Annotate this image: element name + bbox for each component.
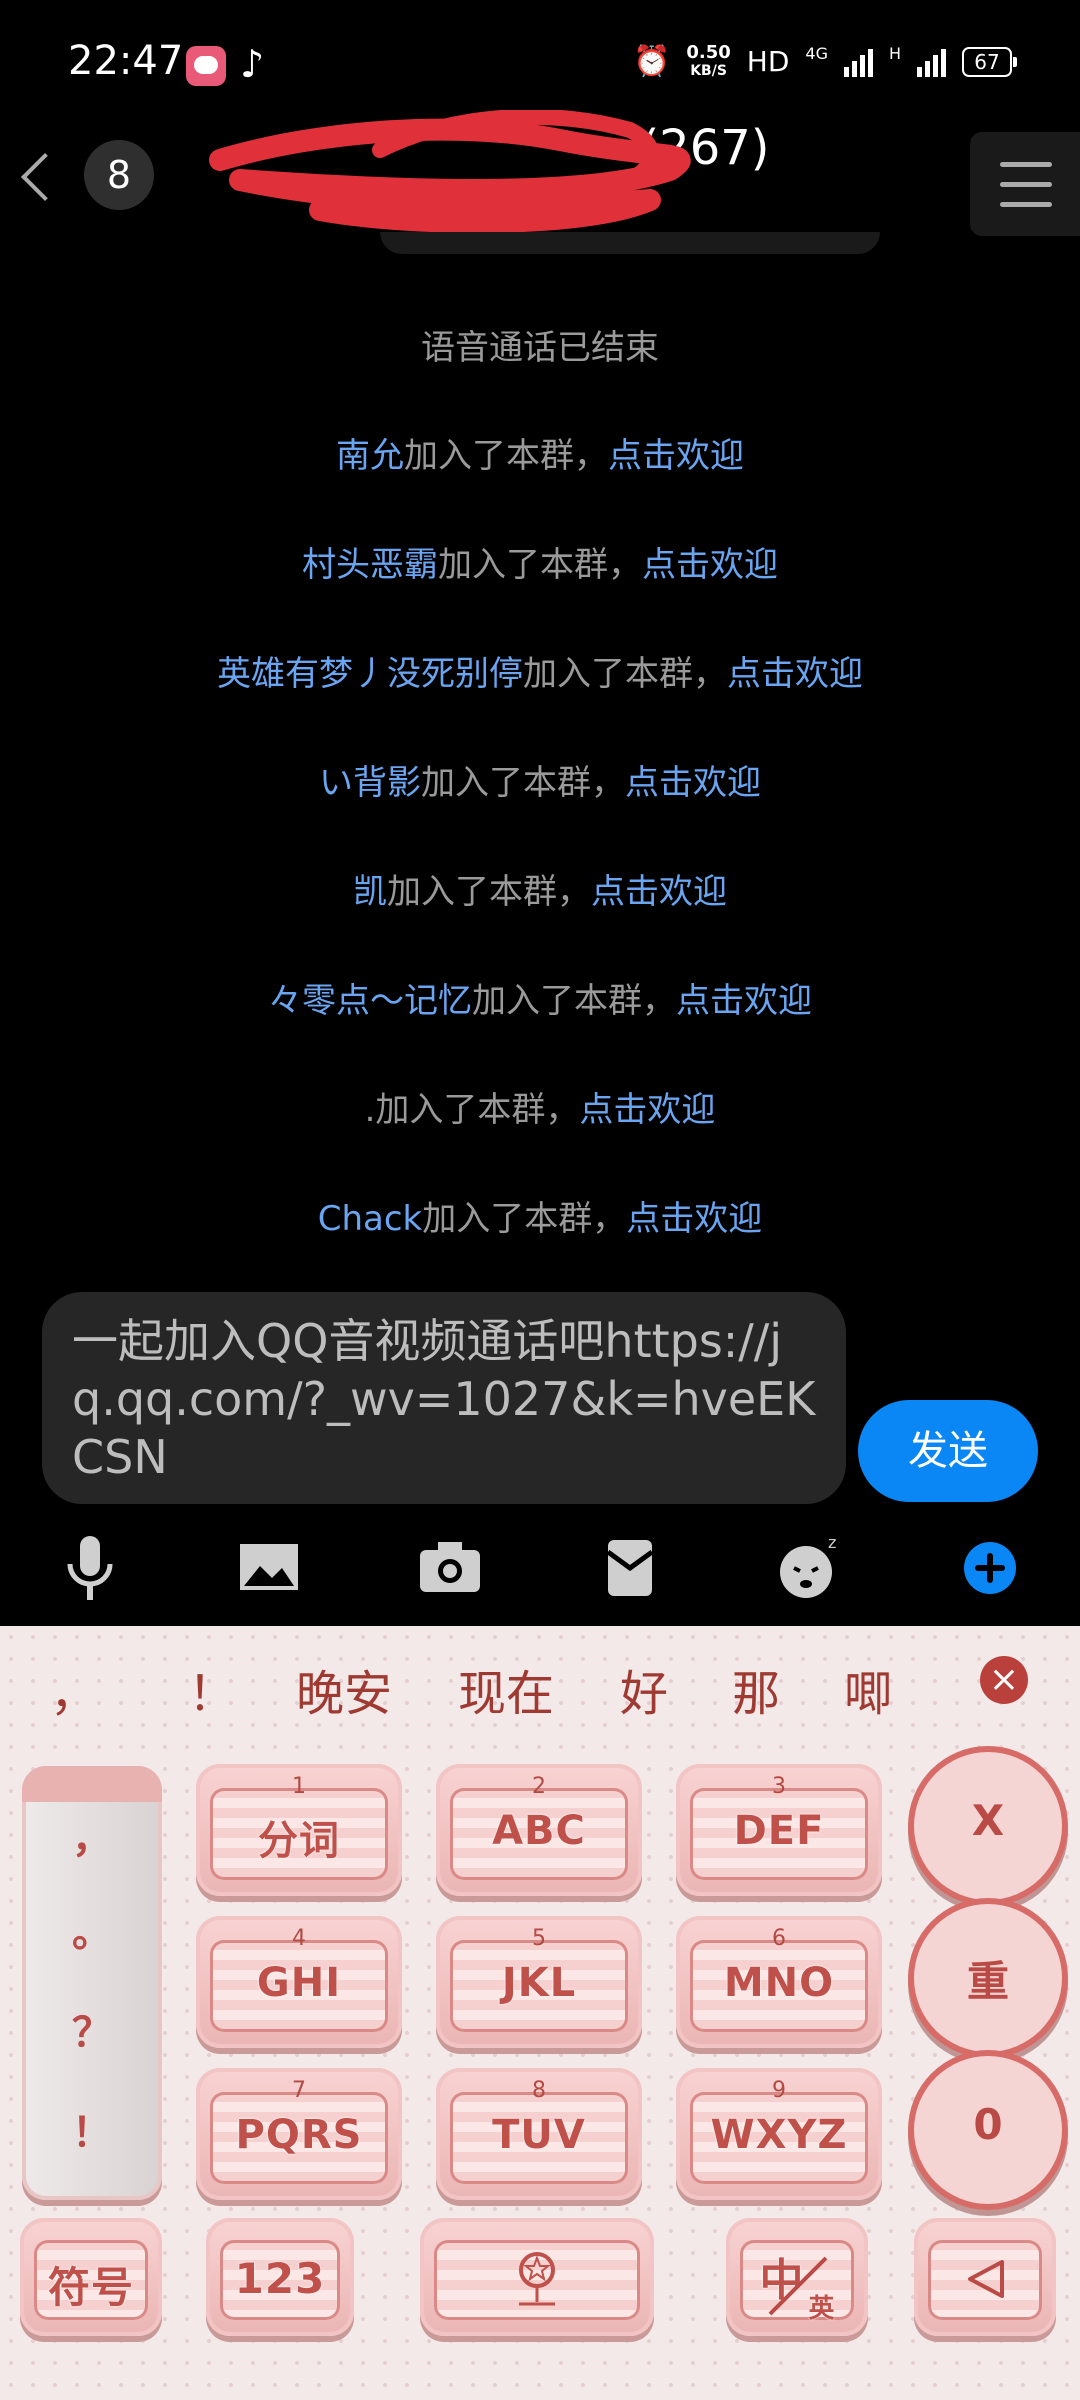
- lollipop-icon: [519, 2252, 555, 2306]
- camera-icon[interactable]: [410, 1530, 490, 1606]
- member-name[interactable]: 村头恶霸: [302, 545, 438, 585]
- candidate-item[interactable]: 晚安: [296, 1654, 392, 1724]
- key-3[interactable]: 3 DEF: [676, 1764, 882, 1896]
- keyboard: ， ！ 晚安 现在 好 那 唧 × ， 。 ？ ！ 1 分词 2 ABC 3 DEF …: [0, 1626, 1080, 2400]
- welcome-link[interactable]: 点击欢迎: [625, 763, 761, 803]
- welcome-link[interactable]: 点击欢迎: [727, 654, 863, 694]
- delete-key[interactable]: X: [914, 1752, 1062, 1900]
- svg-text:z: z: [828, 1533, 836, 1552]
- signal-icon: [843, 47, 873, 77]
- candidate-item[interactable]: ，: [50, 1654, 98, 1724]
- key-1[interactable]: 1 分词: [196, 1764, 402, 1896]
- member-name[interactable]: 々零点～记忆: [268, 981, 472, 1021]
- member-name[interactable]: 英雄有梦丿没死别停: [217, 654, 523, 694]
- microphone-icon[interactable]: [50, 1530, 130, 1606]
- key-9[interactable]: 9 WXYZ: [676, 2068, 882, 2200]
- app-notification-icon: [186, 46, 226, 86]
- punctuation-key[interactable]: ， 。 ？ ！: [22, 1766, 162, 2200]
- member-name[interactable]: Chack: [318, 1199, 423, 1239]
- network-type-label: 4G: [805, 44, 828, 63]
- join-notice: 々零点～记忆加入了本群，点击欢迎: [268, 981, 812, 1021]
- key-2[interactable]: 2 ABC: [436, 1764, 642, 1896]
- member-name[interactable]: 南允: [336, 436, 404, 476]
- close-candidates-icon[interactable]: ×: [980, 1656, 1028, 1704]
- hd-label: HD: [746, 45, 790, 78]
- signal-icon-2: [917, 47, 946, 77]
- welcome-link[interactable]: 点击欢迎: [642, 545, 778, 585]
- member-name[interactable]: .: [365, 1090, 376, 1130]
- header-pill: [380, 232, 880, 254]
- call-ended-notice: 语音通话已结束: [421, 328, 659, 368]
- group-title[interactable]: (267): [220, 120, 860, 176]
- red-packet-icon[interactable]: [590, 1530, 670, 1606]
- join-notice: .加入了本群，点击欢迎: [364, 1090, 716, 1130]
- candidate-item[interactable]: 好: [620, 1654, 668, 1724]
- online-dot-icon: [420, 196, 440, 216]
- join-notice: 村头恶霸加入了本群，点击欢迎: [302, 545, 778, 585]
- member-name[interactable]: い背影: [319, 763, 421, 803]
- menu-icon[interactable]: [970, 132, 1080, 236]
- key-5[interactable]: 5 JKL: [436, 1916, 642, 2048]
- numbers-key[interactable]: 123: [206, 2218, 354, 2336]
- welcome-link[interactable]: 点击欢迎: [608, 436, 744, 476]
- battery-icon: 67: [962, 47, 1017, 77]
- input-toolbar: z: [0, 1520, 1080, 1616]
- plus-icon[interactable]: [950, 1530, 1030, 1606]
- key-4[interactable]: 4 GHI: [196, 1916, 402, 2048]
- retype-key[interactable]: 重: [914, 1904, 1062, 2052]
- candidate-item[interactable]: 现在: [458, 1654, 554, 1724]
- emoji-icon[interactable]: z: [770, 1530, 850, 1606]
- welcome-link[interactable]: 点击欢迎: [626, 1199, 762, 1239]
- welcome-link[interactable]: 点击欢迎: [676, 981, 812, 1021]
- join-notice: い背影加入了本群，点击欢迎: [319, 763, 761, 803]
- image-icon[interactable]: [230, 1530, 310, 1606]
- status-icons: ⏰ 0.50 KB/S HD 4G H 67: [632, 42, 1017, 80]
- back-icon[interactable]: [18, 150, 58, 210]
- candidate-item[interactable]: 那: [732, 1654, 780, 1724]
- symbols-key[interactable]: 符号: [20, 2218, 162, 2336]
- key-7[interactable]: 7 PQRS: [196, 2068, 402, 2200]
- key-8[interactable]: 8 TUV: [436, 2068, 642, 2200]
- unread-badge[interactable]: 8: [84, 140, 154, 210]
- hide-keyboard-key[interactable]: [914, 2218, 1056, 2336]
- message-input-text: 一起加入QQ音视频通话吧https://jq.qq.com/?_wv=1027&…: [72, 1314, 816, 1484]
- slash-icon: [768, 2256, 828, 2316]
- language-switch-key[interactable]: 中 英: [726, 2218, 868, 2336]
- tiktok-icon: ♪: [240, 42, 265, 86]
- send-button[interactable]: 发送: [858, 1400, 1038, 1502]
- join-notice: 凯加入了本群，点击欢迎: [353, 872, 727, 912]
- member-name[interactable]: 凯: [353, 872, 387, 912]
- join-notice: 英雄有梦丿没死别停加入了本群，点击欢迎: [217, 654, 863, 694]
- join-notice: 南允加入了本群，点击欢迎: [336, 436, 744, 476]
- network-type-label-2: H: [888, 44, 901, 63]
- welcome-link[interactable]: 点击欢迎: [579, 1090, 715, 1130]
- zero-key[interactable]: 0: [914, 2056, 1062, 2204]
- alarm-icon: ⏰: [632, 44, 671, 79]
- join-notice: Chack加入了本群，点击欢迎: [317, 1199, 763, 1239]
- status-time: 22:47: [68, 38, 184, 84]
- space-key[interactable]: [420, 2218, 654, 2336]
- candidate-bar: ， ！ 晚安 现在 好 那 唧 ×: [0, 1626, 1080, 1742]
- welcome-link[interactable]: 点击欢迎: [591, 872, 727, 912]
- candidate-item[interactable]: ！: [188, 1654, 236, 1724]
- hide-keyboard-icon: [968, 2260, 1004, 2298]
- message-input[interactable]: 一起加入QQ音视频通话吧https://jq.qq.com/?_wv=1027&…: [42, 1292, 846, 1504]
- key-6[interactable]: 6 MNO: [676, 1916, 882, 2048]
- online-status: 179 人在线: [420, 186, 596, 226]
- candidate-item[interactable]: 唧: [844, 1654, 892, 1724]
- network-speed: 0.50 KB/S: [686, 42, 731, 80]
